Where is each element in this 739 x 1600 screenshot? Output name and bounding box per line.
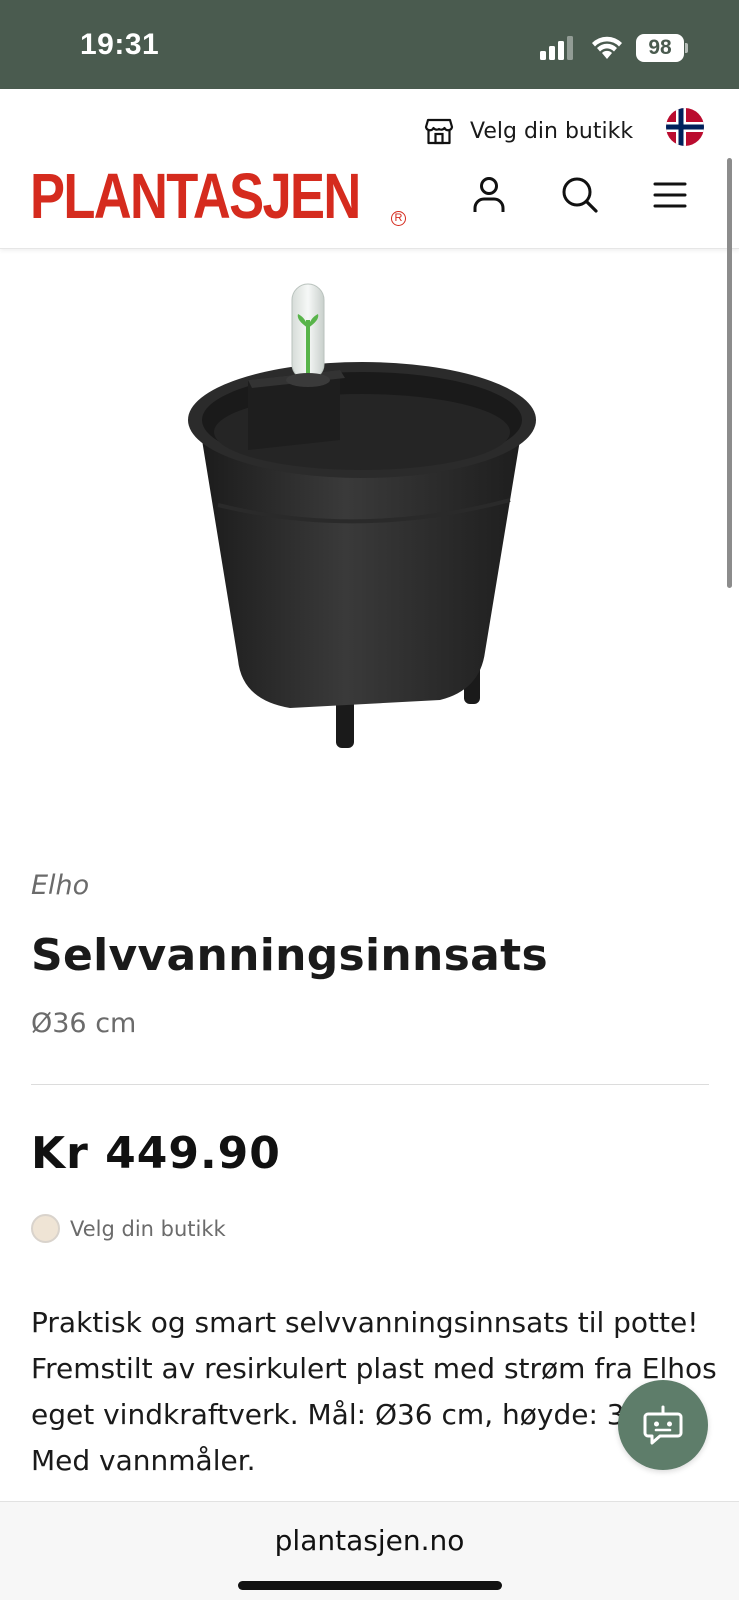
search-icon [562,177,598,213]
product-image[interactable] [180,280,560,770]
site-header: Velg din butikk PLANTASJEN R [0,89,739,249]
product-title: Selvvanningsinnsats [31,930,548,981]
product-variant: Ø36 cm [31,1008,137,1039]
chat-button[interactable] [618,1380,708,1470]
store-stock-selector[interactable]: Velg din butikk [31,1214,226,1243]
product-description: Praktisk og smart selvvanningsinnsats ti… [31,1306,717,1477]
product-brand[interactable]: Elho [31,870,89,901]
store-icon [424,118,454,145]
registered-mark: R [391,211,406,226]
wifi-icon [592,36,622,59]
signal-icon [540,36,573,60]
battery-level: 98 [636,34,684,62]
norway-flag-icon[interactable] [666,108,704,146]
hamburger-menu-icon [653,182,687,208]
status-bar: 19:31 98 [0,0,739,89]
plantasjen-logo[interactable]: PLANTASJEN [30,161,361,231]
stock-status-label: Velg din butikk [70,1216,226,1241]
stock-status-dot [31,1214,60,1243]
select-store-label: Velg din butikk [470,118,634,144]
url-text[interactable]: plantasjen.no [0,1524,739,1557]
divider [31,1084,709,1085]
account-icon [473,177,505,212]
account-button[interactable] [467,173,511,217]
menu-button[interactable] [648,173,692,217]
battery-icon: 98 [636,34,688,62]
scrollbar[interactable] [727,158,732,588]
chatbot-icon [643,1405,683,1445]
product-price: Kr 449.90 [31,1128,281,1179]
select-store-link[interactable]: Velg din butikk [424,113,633,149]
search-button[interactable] [558,173,602,217]
home-indicator[interactable] [238,1581,502,1590]
status-time: 19:31 [80,28,160,61]
browser-url-bar[interactable]: plantasjen.no [0,1501,739,1600]
